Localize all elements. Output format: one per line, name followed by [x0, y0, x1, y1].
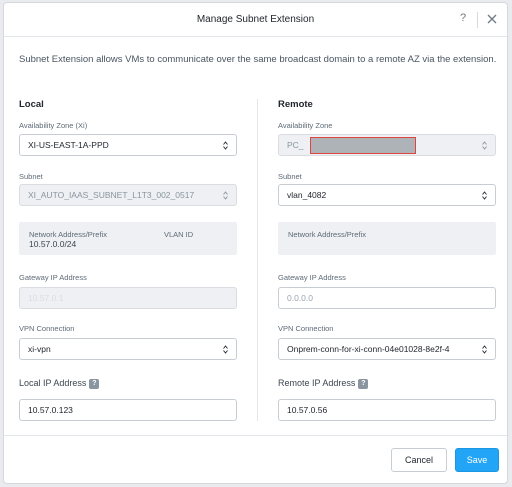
remote-vpn-select[interactable]: Onprem-conn-for-xi-conn-04e01028-8e2f-4	[278, 338, 496, 360]
select-arrows-icon	[223, 345, 228, 354]
local-availability-zone-label: Availability Zone (Xi)	[19, 121, 88, 130]
close-icon[interactable]	[485, 12, 499, 26]
help-icon[interactable]: ?	[456, 12, 470, 24]
remote-subnet-select[interactable]: vlan_4082	[278, 184, 496, 206]
local-vpn-select[interactable]: xi-vpn	[19, 338, 237, 360]
remote-network-info-box: Network Address/Prefix	[278, 222, 496, 255]
header-divider	[477, 12, 478, 28]
remote-ip-label: Remote IP Address	[278, 378, 356, 388]
select-arrows-icon	[482, 191, 487, 200]
remote-network-label: Network Address/Prefix	[288, 230, 366, 239]
local-vpn-value: xi-vpn	[28, 344, 51, 354]
local-ip-input[interactable]: 10.57.0.123	[19, 399, 237, 421]
save-button[interactable]: Save	[455, 448, 499, 472]
local-gateway-label: Gateway IP Address	[19, 273, 87, 282]
manage-subnet-extension-dialog: Manage Subnet Extension ? Subnet Extensi…	[3, 2, 508, 484]
modal-header: Manage Subnet Extension ?	[4, 3, 507, 37]
local-subnet-select: XI_AUTO_IAAS_SUBNET_L1T3_002_0517	[19, 184, 237, 206]
column-divider	[257, 99, 258, 421]
local-vpn-label: VPN Connection	[19, 324, 75, 333]
remote-gateway-label: Gateway IP Address	[278, 273, 346, 282]
redaction-box	[310, 137, 416, 154]
local-network-label: Network Address/Prefix	[29, 230, 107, 239]
local-network-value: 10.57.0.0/24	[29, 239, 77, 249]
remote-gateway-input[interactable]: 0.0.0.0	[278, 287, 496, 309]
select-arrows-icon	[223, 191, 228, 200]
remote-subnet-label: Subnet	[278, 172, 302, 181]
local-ip-label-row: Local IP Address?	[19, 378, 100, 389]
remote-availability-zone-label: Availability Zone	[278, 121, 333, 130]
cancel-button[interactable]: Cancel	[391, 448, 447, 472]
remote-vpn-label: VPN Connection	[278, 324, 334, 333]
local-subnet-label: Subnet	[19, 172, 43, 181]
local-subnet-value: XI_AUTO_IAAS_SUBNET_L1T3_002_0517	[28, 190, 195, 200]
local-vlan-label: VLAN ID	[164, 230, 194, 239]
select-arrows-icon	[482, 141, 487, 150]
modal-title: Manage Subnet Extension	[196, 14, 315, 25]
local-section-title: Local	[19, 99, 44, 110]
local-ip-label: Local IP Address	[19, 378, 87, 388]
local-ip-value: 10.57.0.123	[28, 405, 73, 415]
remote-section-title: Remote	[278, 99, 313, 110]
local-availability-zone-select[interactable]: XI-US-EAST-1A-PPD	[19, 134, 237, 156]
remote-availability-zone-value: PC_	[287, 140, 304, 150]
description-text: Subnet Extension allows VMs to communica…	[19, 54, 497, 65]
footer-divider	[4, 435, 507, 436]
remote-vpn-value: Onprem-conn-for-xi-conn-04e01028-8e2f-4	[287, 344, 450, 354]
select-arrows-icon	[482, 345, 487, 354]
local-gateway-input: 10.57.0.1	[19, 287, 237, 309]
remote-ip-value: 10.57.0.56	[287, 405, 328, 415]
help-tooltip-icon[interactable]: ?	[358, 378, 369, 389]
local-network-info-box: Network Address/Prefix 10.57.0.0/24 VLAN…	[19, 222, 237, 255]
local-gateway-value: 10.57.0.1	[28, 293, 64, 303]
select-arrows-icon	[223, 141, 228, 150]
remote-ip-input[interactable]: 10.57.0.56	[278, 399, 496, 421]
local-availability-zone-value: XI-US-EAST-1A-PPD	[28, 140, 109, 150]
remote-gateway-placeholder: 0.0.0.0	[287, 293, 313, 303]
remote-ip-label-row: Remote IP Address?	[278, 378, 369, 389]
help-tooltip-icon[interactable]: ?	[89, 378, 100, 389]
remote-subnet-value: vlan_4082	[287, 190, 327, 200]
